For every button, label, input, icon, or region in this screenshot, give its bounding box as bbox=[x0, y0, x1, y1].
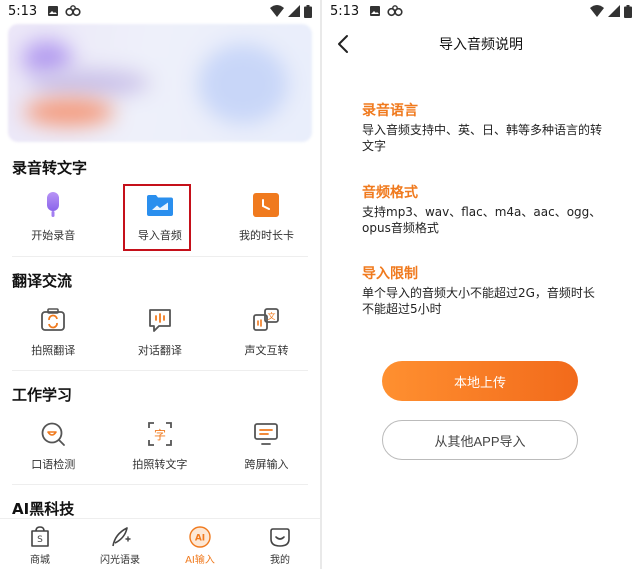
back-arrow-icon[interactable] bbox=[332, 32, 356, 56]
voice-text-button[interactable]: 文 声文互转 bbox=[213, 306, 320, 358]
photo-to-text-button[interactable]: 字 拍照转文字 bbox=[107, 420, 214, 472]
promo-banner[interactable] bbox=[8, 24, 312, 142]
photo-to-text-icon: 字 bbox=[147, 422, 172, 446]
clock-card-icon bbox=[253, 193, 280, 217]
microphone-icon bbox=[47, 192, 60, 217]
wifi-icon bbox=[590, 5, 604, 17]
status-bar: 5:13 bbox=[0, 0, 320, 22]
status-bar: 5:13 bbox=[322, 0, 640, 22]
battery-icon bbox=[624, 4, 632, 18]
info-body: 单个导入的音频大小不能超过2G，音频时长不能超过5小时 bbox=[362, 286, 595, 316]
cross-screen-button[interactable]: 跨屏输入 bbox=[213, 420, 320, 472]
tab-ai-input[interactable]: AI AI输入 bbox=[160, 519, 240, 569]
svg-text:字: 字 bbox=[154, 427, 166, 442]
speech-test-icon bbox=[41, 422, 66, 446]
wifi-icon bbox=[270, 5, 284, 17]
bottom-tab-bar: S 商城 闪光语录 AI AI输入 我的 bbox=[0, 518, 320, 569]
section-title: 工作学习 bbox=[12, 386, 73, 404]
highlight-box bbox=[123, 184, 191, 251]
divider bbox=[12, 484, 308, 485]
info-body: 支持mp3、wav、flac、m4a、aac、ogg、opus音频格式 bbox=[362, 205, 602, 235]
photo-translate-icon bbox=[41, 308, 66, 331]
info-heading: 音频格式 bbox=[362, 185, 418, 201]
ai-input-icon: AI bbox=[189, 526, 211, 548]
status-time: 5:13 bbox=[8, 3, 38, 19]
divider bbox=[12, 256, 308, 257]
right-screen: 5:13 导入音频说明 录音语言 导入音频支持中、英、日、韩等多种语言的转文字 … bbox=[322, 0, 640, 569]
info-heading: 录音语言 bbox=[362, 103, 418, 119]
start-recording-button[interactable]: 开始录音 bbox=[0, 191, 107, 243]
signal-icon bbox=[288, 5, 300, 17]
tab-flash-quotes[interactable]: 闪光语录 bbox=[80, 519, 160, 569]
svg-text:AI: AI bbox=[195, 534, 205, 544]
nav-bar: 导入音频说明 bbox=[322, 26, 640, 62]
info-heading: 导入限制 bbox=[362, 266, 418, 282]
link-notification-icon bbox=[387, 5, 403, 17]
section-title: AI黑科技 bbox=[12, 500, 75, 518]
local-upload-button[interactable]: 本地上传 bbox=[382, 361, 578, 401]
quill-icon bbox=[112, 527, 131, 547]
svg-text:文: 文 bbox=[268, 311, 276, 321]
import-from-other-app-button[interactable]: 从其他APP导入 bbox=[382, 420, 578, 460]
link-notification-icon bbox=[65, 5, 81, 17]
dialog-translate-button[interactable]: 对话翻译 bbox=[107, 306, 214, 358]
tab-shop[interactable]: S 商城 bbox=[0, 519, 80, 569]
tab-profile[interactable]: 我的 bbox=[240, 519, 320, 569]
status-time: 5:13 bbox=[330, 3, 360, 19]
image-notification-icon bbox=[370, 6, 381, 16]
profile-icon bbox=[270, 528, 290, 547]
cross-screen-icon bbox=[254, 423, 279, 445]
section-title: 录音转文字 bbox=[12, 159, 88, 177]
signal-icon bbox=[608, 5, 620, 17]
speech-test-button[interactable]: 口语检测 bbox=[0, 420, 107, 472]
image-notification-icon bbox=[48, 6, 59, 16]
info-body: 导入音频支持中、英、日、韩等多种语言的转文字 bbox=[362, 123, 603, 153]
page-title: 导入音频说明 bbox=[439, 37, 523, 53]
svg-text:S: S bbox=[37, 535, 43, 545]
battery-icon bbox=[304, 4, 312, 18]
dialog-translate-icon bbox=[148, 309, 171, 332]
photo-translate-button[interactable]: 拍照翻译 bbox=[0, 306, 107, 358]
feature-grid: 拍照翻译 对话翻译 文 声文互转 bbox=[0, 306, 320, 358]
divider bbox=[12, 370, 308, 371]
shop-icon: S bbox=[31, 526, 49, 547]
left-screen: 5:13 录音转文字 开始录音 导入音频 我的时长卡 翻译交流 拍照翻译 对话翻… bbox=[0, 0, 320, 569]
my-time-card-button[interactable]: 我的时长卡 bbox=[213, 191, 320, 243]
feature-grid: 口语检测 字 拍照转文字 跨屏输入 bbox=[0, 420, 320, 472]
voice-text-icon: 文 bbox=[253, 308, 280, 331]
section-title: 翻译交流 bbox=[12, 272, 73, 290]
